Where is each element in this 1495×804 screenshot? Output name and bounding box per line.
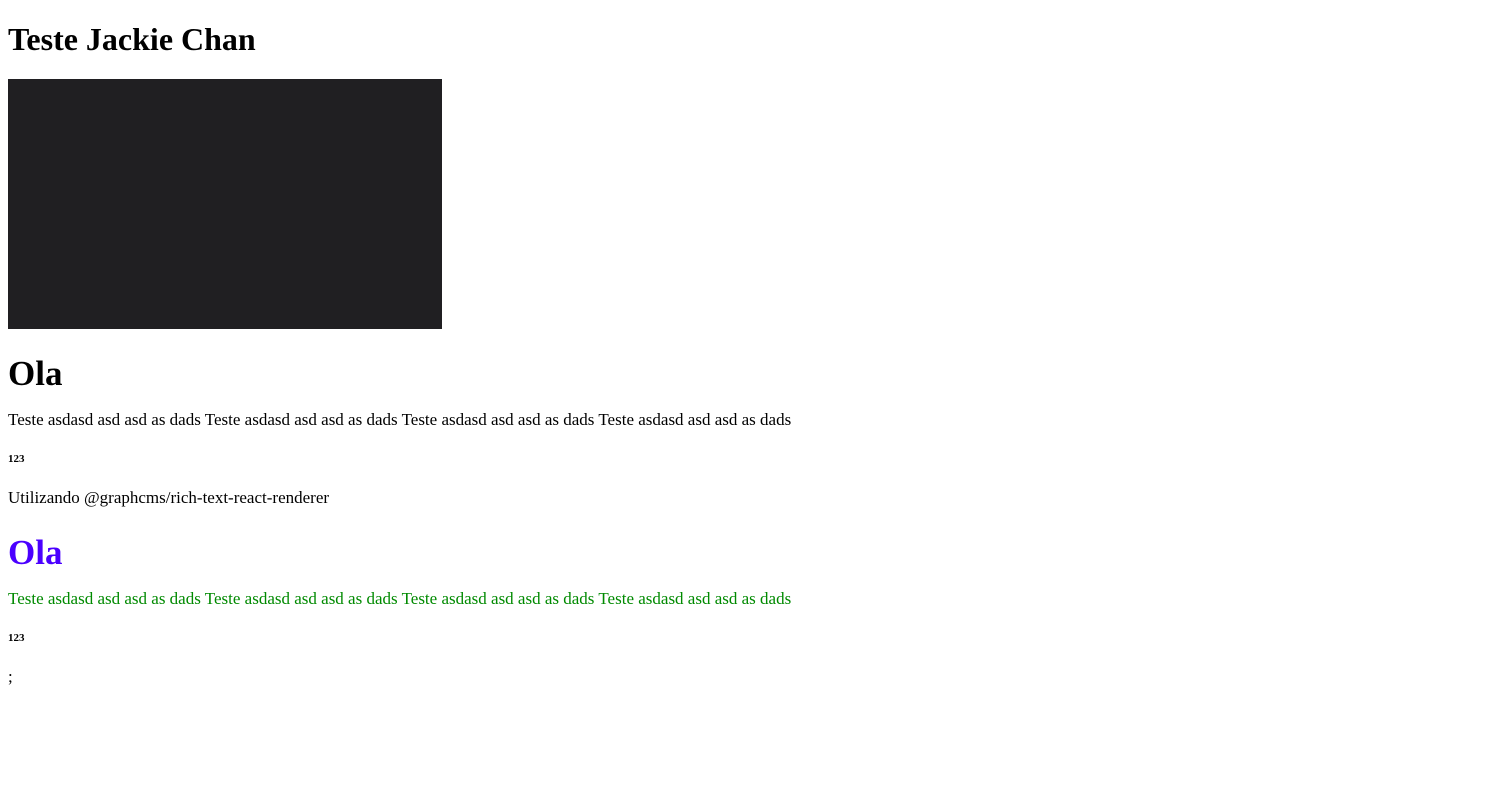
- trailing-semicolon: ;: [8, 667, 13, 686]
- section1-paragraph: Teste asdasd asd asd as dads Teste asdas…: [8, 410, 792, 429]
- section1-small-heading: 123: [8, 453, 25, 465]
- section1-heading: Ola: [8, 354, 63, 393]
- renderer-note: Utilizando @graphcms/rich-text-react-ren…: [8, 488, 330, 507]
- section2-small-heading: 123: [8, 632, 25, 644]
- section2-heading: Ola: [8, 533, 63, 572]
- section2-paragraph: Teste asdasd asd asd as dads Teste asdas…: [8, 589, 792, 608]
- page-title: Teste Jackie Chan: [8, 21, 256, 57]
- video-embed[interactable]: [8, 79, 442, 329]
